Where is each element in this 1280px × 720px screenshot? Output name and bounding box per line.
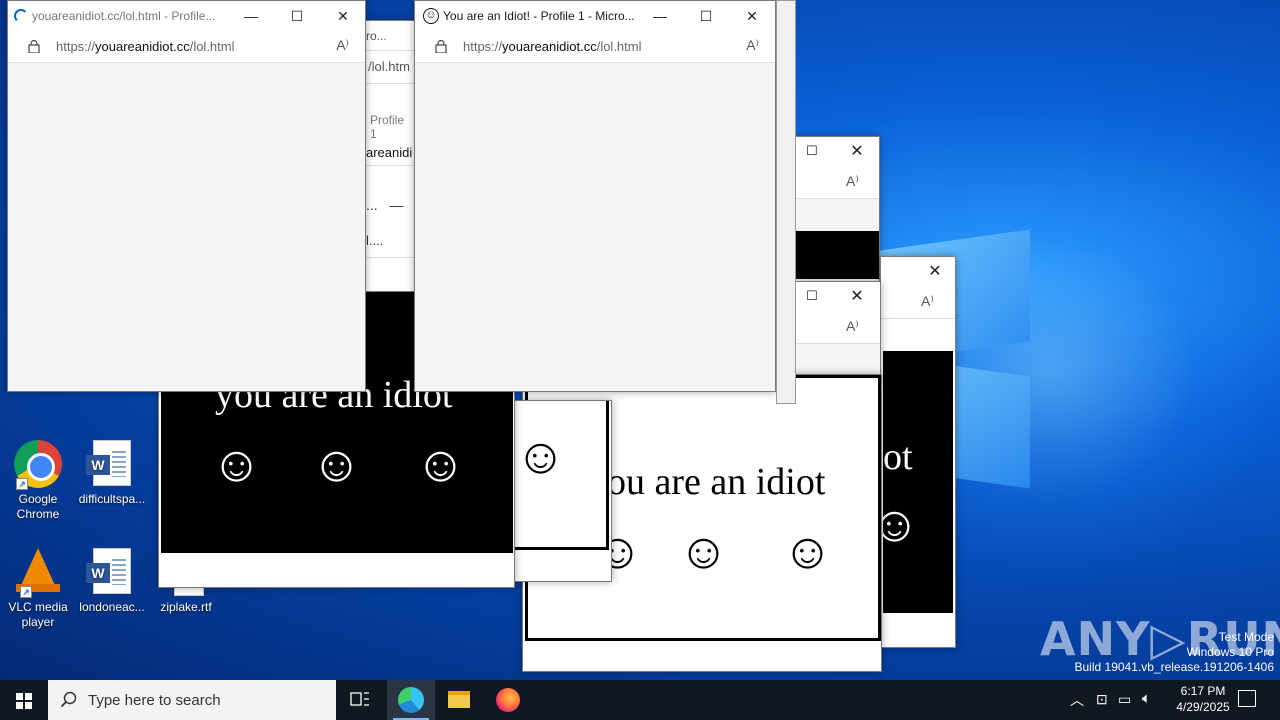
browser-window-back-2[interactable]: ✕ A⁾ ot ☺ <box>880 256 956 648</box>
browser-window-back-1[interactable]: ☐ ✕ A⁾ <box>795 136 880 286</box>
url-text: https://youareanidiot.cc/lol.html <box>56 39 235 54</box>
maximize-button[interactable]: ☐ <box>800 288 824 308</box>
smiley-icon: ☺ <box>415 436 467 492</box>
smiley-icon: ☺ <box>211 436 263 492</box>
edge-icon <box>398 687 424 713</box>
desktop-icon-londoneac[interactable]: W londoneac... <box>74 548 150 615</box>
desktop-icon-vlc[interactable]: ↗ VLC media player <box>0 548 76 630</box>
idiot-page-white: ☺ <box>515 401 609 550</box>
window-titlebar[interactable]: youareanidiot.cc/lol.html - Profile... —… <box>8 1 365 31</box>
idiot-text: you are an idiot <box>588 461 826 503</box>
smiley-icon: ☺ <box>782 523 834 579</box>
desktop-icon-chrome[interactable]: ↗ Google Chrome <box>0 440 76 522</box>
volume-icon[interactable]: 🔈︎ <box>1142 690 1151 707</box>
read-aloud-icon[interactable]: A⁾ <box>846 173 859 190</box>
read-aloud-icon[interactable]: A⁾ <box>336 37 349 54</box>
start-button[interactable] <box>0 680 48 720</box>
close-button[interactable]: ✕ <box>842 141 872 163</box>
smiley-favicon-icon: ☺ <box>423 8 439 24</box>
chevron-up-icon[interactable]: ︿ <box>1070 690 1084 710</box>
maximize-button[interactable]: ☐ <box>274 1 320 31</box>
system-tray: ︿ ⊡ ▭ 🔈︎ <box>1066 680 1166 720</box>
close-button[interactable]: ✕ <box>729 1 775 31</box>
firefox-icon <box>496 688 520 712</box>
browser-window-front-center[interactable]: ☺ You are an Idiot! - Profile 1 - Micro.… <box>414 0 776 392</box>
window-title: youareanidiot.cc/lol.html - Profile... <box>32 9 216 23</box>
lock-icon <box>28 40 40 53</box>
desktop: ↗ Google Chrome W difficultspa... ↗ VLC … <box>0 0 1280 680</box>
smiley-icon: ☺ <box>678 523 730 579</box>
read-aloud-icon[interactable]: A⁾ <box>921 293 934 310</box>
word-doc-icon: W <box>86 440 131 486</box>
address-bar[interactable]: https://youareanidiot.cc/lol.html A⁾ <box>415 31 775 63</box>
desktop-icon-difficultspa[interactable]: W difficultspa... <box>74 440 150 507</box>
taskbar-edge[interactable] <box>387 680 435 720</box>
browser-window-back-3[interactable]: ☐ ✕ A⁾ <box>795 281 881 381</box>
notification-icon[interactable] <box>1238 690 1256 707</box>
address-bar[interactable]: https://youareanidiot.cc/lol.html A⁾ <box>8 31 365 63</box>
word-doc-icon: W <box>86 548 131 594</box>
browser-window-front-left[interactable]: youareanidiot.cc/lol.html - Profile... —… <box>7 0 366 392</box>
read-aloud-icon[interactable]: A⁾ <box>846 318 859 335</box>
read-aloud-icon[interactable]: A⁾ <box>746 37 759 54</box>
chrome-icon: ↗ <box>14 440 62 490</box>
network-icon[interactable]: ▭ <box>1118 691 1131 708</box>
folder-icon <box>448 691 470 708</box>
minimize-button[interactable]: — <box>228 1 274 31</box>
loading-spinner-icon <box>14 9 28 23</box>
maximize-button[interactable]: ☐ <box>683 1 729 31</box>
meet-now-icon[interactable]: ⊡ <box>1096 691 1108 708</box>
browser-window-behind-stack[interactable]: ro... /lol.htm Profile 1 areanidi ... — … <box>363 20 415 292</box>
task-view-button[interactable] <box>336 680 384 720</box>
search-icon <box>60 691 77 708</box>
minimize-button[interactable]: — <box>637 1 683 31</box>
taskbar: Type here to search ︿ ⊡ ▭ 🔈︎ 6:17 PM 4/2… <box>0 680 1280 720</box>
taskbar-search-box[interactable]: Type here to search <box>48 680 336 720</box>
idiot-text: ot <box>883 436 913 478</box>
taskbar-firefox[interactable] <box>484 680 532 720</box>
idiot-page-black: ot ☺ <box>881 351 953 613</box>
taskbar-clock[interactable]: 6:17 PM 4/29/2025 <box>1168 683 1238 715</box>
browser-window-idiot-small[interactable]: ☺ <box>514 400 612 582</box>
test-mode-watermark: Test Mode Windows 10 Pro Build 19041.vb_… <box>1074 630 1275 674</box>
window-title: You are an Idiot! - Profile 1 - Micro... <box>443 9 635 23</box>
close-button[interactable]: ✕ <box>320 1 365 31</box>
smiley-icon: ☺ <box>311 436 363 492</box>
taskbar-file-explorer[interactable] <box>435 680 483 720</box>
url-text: https://youareanidiot.cc/lol.html <box>463 39 642 54</box>
smiley-icon: ☺ <box>515 428 567 484</box>
window-titlebar[interactable]: ☺ You are an Idiot! - Profile 1 - Micro.… <box>415 1 775 31</box>
close-button[interactable]: ✕ <box>921 261 949 283</box>
close-button[interactable]: ✕ <box>842 286 872 308</box>
maximize-button[interactable]: ☐ <box>800 143 824 163</box>
lock-icon <box>435 40 447 53</box>
window-edge-stack <box>776 0 796 404</box>
task-view-icon <box>350 692 369 706</box>
smiley-icon: ☺ <box>881 499 920 549</box>
